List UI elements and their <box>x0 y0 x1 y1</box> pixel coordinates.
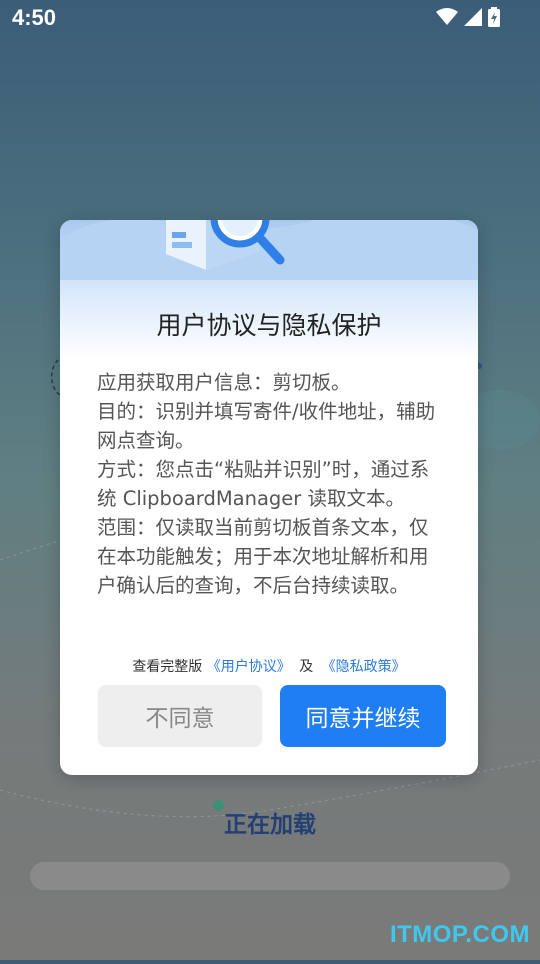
user-agreement-link[interactable]: 《用户协议》 <box>207 659 291 675</box>
signal-icon <box>464 8 482 30</box>
privacy-dialog: 用户协议与隐私保护 应用获取用户信息：剪切板。 目的：识别并填写寄件/收件地址，… <box>60 220 478 775</box>
disagree-button[interactable]: 不同意 <box>98 685 262 747</box>
body-line-scope: 范围：仅读取当前剪切板首条文本，仅在本功能触发；用于本次地址解析和用户确认后的查… <box>97 516 429 597</box>
privacy-policy-link[interactable]: 《隐私政策》 <box>322 659 406 675</box>
links-prefix: 查看完整版 <box>132 659 203 675</box>
status-icons <box>436 7 500 31</box>
agree-continue-button[interactable]: 同意并继续 <box>280 685 446 747</box>
body-line-purpose: 目的：识别并填写寄件/收件地址，辅助网点查询。 <box>97 400 436 452</box>
body-line-method: 方式：您点击“粘贴并识别”时，通过系统 ClipboardManager 读取文… <box>97 458 430 510</box>
status-bar: 4:50 <box>0 0 540 36</box>
loading-progress-bar <box>30 862 510 890</box>
watermark-text: ITMOP.COM <box>389 921 530 948</box>
loading-progress-fill <box>30 862 510 890</box>
status-time: 4:50 <box>12 5 57 30</box>
loading-text: 正在加载 <box>224 812 316 838</box>
dialog-title: 用户协议与隐私保护 <box>156 311 382 340</box>
body-line-info: 应用获取用户信息：剪切板。 <box>97 371 351 394</box>
battery-charging-icon <box>488 7 500 31</box>
links-and: 及 <box>299 659 314 675</box>
full-version-links: 查看完整版 《用户协议》 及 《隐私政策》 <box>60 656 478 676</box>
wifi-icon <box>436 8 458 30</box>
package-search-icon <box>166 220 285 270</box>
dialog-body: 应用获取用户信息：剪切板。 目的：识别并填写寄件/收件地址，辅助网点查询。 方式… <box>97 368 447 600</box>
